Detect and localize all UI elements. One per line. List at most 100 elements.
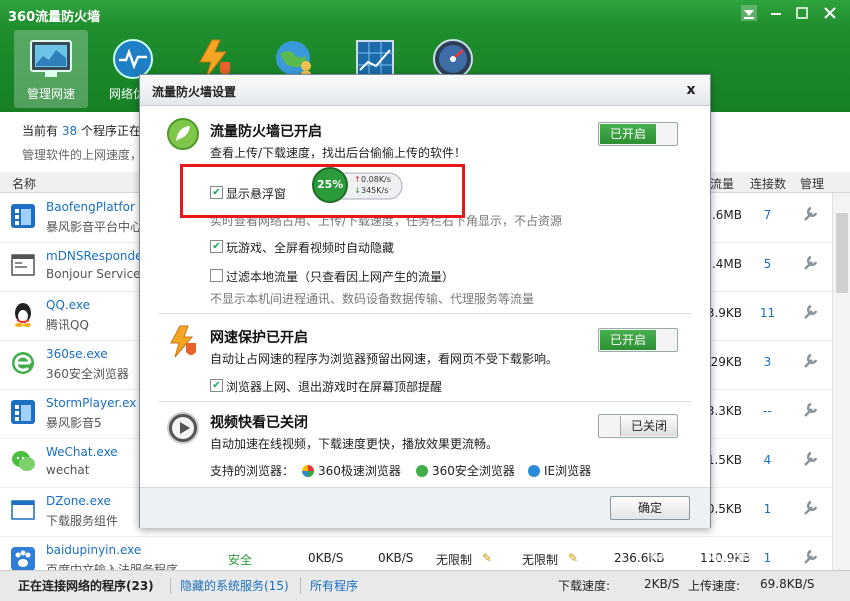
- firewall-desc: 查看上传/下载速度，找出后台偷偷上传的软件！: [210, 146, 467, 160]
- wrench-icon[interactable]: [802, 499, 818, 517]
- firewall-toggle[interactable]: 已开启: [598, 122, 678, 146]
- process-connections[interactable]: 4: [755, 453, 780, 467]
- minimize-icon[interactable]: [764, 3, 788, 23]
- wrench-icon[interactable]: [802, 401, 818, 419]
- browser-360-extreme: 360极速浏览器: [302, 462, 401, 479]
- firewall-title: 流量防火墙已开启: [210, 124, 322, 140]
- watermark: Bai 经验: [648, 536, 762, 566]
- browsers-label: 支持的浏览器：: [210, 464, 295, 478]
- video-title: 视频快看已关闭: [210, 415, 308, 431]
- dialog-title-bar: 流量防火墙设置 x: [140, 75, 710, 106]
- protect-title: 网速保护已开启: [210, 330, 308, 346]
- tab-hidden-services[interactable]: 隐藏的系统服务(15): [180, 577, 289, 594]
- browser-360-safe: 360安全浏览器: [416, 462, 515, 479]
- process-connections[interactable]: 7: [755, 208, 780, 222]
- process-desc: Bonjour Service: [46, 267, 141, 281]
- dialog-title: 流量防火墙设置: [152, 85, 237, 99]
- toggle-on-label: 已开启: [600, 124, 656, 144]
- upload-speed-value: 69.8KB/S: [760, 577, 815, 591]
- process-name: QQ.exe: [46, 298, 90, 312]
- video-desc: 自动加速在线视频，下载速度更快，播放效果更流畅。: [210, 437, 499, 451]
- checkbox-checked[interactable]: ✔: [210, 379, 223, 392]
- process-connections[interactable]: --: [755, 404, 780, 418]
- checkbox-unchecked[interactable]: [210, 269, 223, 282]
- wrench-icon[interactable]: [802, 352, 818, 370]
- local-hint: 不显示本机间进程通讯、数码设备数据传输、代理服务等流量: [210, 292, 535, 306]
- dialog-footer: 确定: [140, 487, 710, 528]
- app-title: 360流量防火墙: [8, 10, 101, 25]
- ie-browser-icon: [528, 465, 540, 477]
- video-toggle[interactable]: 已关闭: [598, 414, 678, 438]
- scrollbar-thumb[interactable]: [836, 213, 848, 293]
- process-desc: wechat: [46, 463, 90, 477]
- process-desc: 百度中文输入法服务程序: [46, 563, 179, 570]
- menu-dropdown-icon[interactable]: [737, 3, 761, 23]
- divider: [300, 578, 301, 594]
- edit-icon[interactable]: ✎: [482, 551, 492, 565]
- wrench-icon[interactable]: [802, 548, 818, 566]
- process-down-limit[interactable]: 无限制: [436, 551, 472, 568]
- process-connections[interactable]: 3: [755, 355, 780, 369]
- checkbox-label: 浏览器上网、退出游戏时在屏幕顶部提醒: [226, 380, 443, 394]
- process-desc: 暴风影音5: [46, 416, 102, 430]
- browser-name: 360极速浏览器: [318, 464, 401, 478]
- tab-all-programs[interactable]: 所有程序: [310, 577, 358, 594]
- process-name: mDNSResponde: [46, 249, 143, 263]
- list-scrollbar[interactable]: [832, 193, 850, 570]
- wrench-icon[interactable]: [802, 205, 818, 223]
- 360-extreme-browser-icon: [302, 465, 314, 477]
- edit-icon[interactable]: ✎: [568, 551, 578, 565]
- protect-toggle[interactable]: 已开启: [598, 328, 678, 352]
- column-traffic[interactable]: 流量: [710, 175, 734, 192]
- play-icon: [166, 411, 200, 445]
- process-connections[interactable]: 5: [755, 257, 780, 271]
- qq-penguin-icon: [10, 301, 36, 327]
- divider: [158, 313, 692, 314]
- checkbox-checked[interactable]: ✔: [210, 240, 223, 253]
- close-icon[interactable]: [818, 3, 842, 23]
- column-name[interactable]: 名称: [12, 175, 36, 192]
- wechat-icon: [10, 448, 36, 474]
- tab-connecting-programs[interactable]: 正在连接网络的程序(23): [18, 577, 154, 594]
- browser-name: IE浏览器: [544, 464, 592, 478]
- info-description: 管理软件的上网速度，: [22, 148, 143, 162]
- browser-name: 360安全浏览器: [432, 464, 515, 478]
- dialog-close-icon[interactable]: x: [682, 81, 700, 99]
- baidu-paw-icon: [10, 546, 36, 570]
- process-name: baidupinyin.exe: [46, 543, 142, 557]
- toolbar-label: 管理网速: [26, 87, 75, 101]
- baofeng-icon: [10, 203, 36, 229]
- 360se-browser-icon: [10, 350, 36, 376]
- 360se-browser-icon: [416, 465, 428, 477]
- highlight-annotation: [180, 164, 465, 218]
- process-name: DZone.exe: [46, 494, 111, 508]
- checkbox-label: 过滤本地流量（只查看因上网产生的流量）: [226, 270, 455, 284]
- maximize-icon[interactable]: [790, 3, 814, 23]
- protect-desc: 自动让占网速的程序为浏览器预留出网速，看网页不受下载影响。: [210, 352, 559, 366]
- wrench-icon[interactable]: [802, 254, 818, 272]
- wrench-icon[interactable]: [802, 450, 818, 468]
- wrench-icon[interactable]: [802, 303, 818, 321]
- process-connections[interactable]: 11: [755, 306, 780, 320]
- info-prefix: 当前有: [22, 124, 59, 138]
- download-speed-value: 2KB/S: [644, 577, 680, 591]
- ok-button[interactable]: 确定: [610, 496, 690, 520]
- info-suffix: 个程序正在: [80, 124, 141, 138]
- process-connections[interactable]: 1: [755, 502, 780, 516]
- process-name: 360se.exe: [46, 347, 108, 361]
- process-count: 38: [61, 124, 78, 138]
- process-desc: 腾讯QQ: [46, 318, 89, 332]
- column-connections[interactable]: 连接数: [750, 175, 786, 192]
- checkbox-label: 玩游戏、全屏看视频时自动隐藏: [226, 241, 395, 255]
- toolbar-manage-speed[interactable]: 管理网速: [14, 30, 88, 108]
- monitor-icon: [28, 38, 74, 80]
- process-desc: 暴风影音平台中心: [46, 220, 143, 234]
- process-up-speed: 0KB/S: [378, 551, 414, 565]
- toggle-on-label: 已开启: [600, 330, 656, 350]
- column-manage[interactable]: 管理: [800, 175, 824, 192]
- title-bar: 360流量防火墙: [0, 0, 850, 28]
- browser-ie: IE浏览器: [528, 462, 591, 479]
- firewall-leaf-icon: [166, 117, 200, 151]
- divider: [170, 578, 171, 594]
- process-up-limit[interactable]: 无限制: [522, 551, 558, 568]
